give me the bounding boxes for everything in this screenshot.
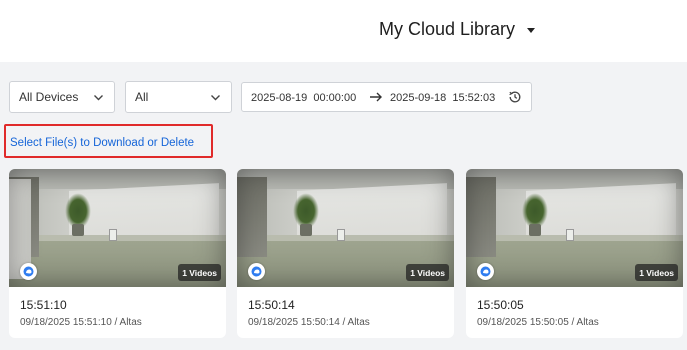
header: My Cloud Library	[0, 0, 687, 62]
cloud-badge-icon	[477, 263, 494, 280]
end-datetime[interactable]: 2025-09-18 15:52:03	[390, 92, 495, 104]
chevron-down-icon	[211, 95, 220, 101]
video-meta: 09/18/2025 15:51:10 / Altas	[20, 317, 142, 328]
video-thumbnail[interactable]: 1 Videos	[237, 169, 454, 287]
video-meta: 09/18/2025 15:50:14 / Altas	[248, 317, 370, 328]
video-time: 15:50:05	[477, 298, 524, 312]
select-files-highlight: Select File(s) to Download or Delete	[4, 124, 213, 158]
library-title-dropdown[interactable]: My Cloud Library	[379, 17, 536, 41]
video-time: 15:50:14	[248, 298, 295, 312]
arrow-right-icon	[370, 92, 382, 102]
video-count-badge: 1 Videos	[406, 264, 449, 281]
start-datetime[interactable]: 2025-08-19 00:00:00	[251, 92, 356, 104]
type-select-value: All	[135, 90, 149, 104]
device-select[interactable]: All Devices	[9, 81, 115, 113]
chevron-down-icon	[94, 95, 103, 101]
video-thumbnail[interactable]: 1 Videos	[466, 169, 683, 287]
select-files-link[interactable]: Select File(s) to Download or Delete	[10, 137, 194, 149]
clock-history-icon[interactable]	[508, 90, 522, 104]
cloud-badge-icon	[248, 263, 265, 280]
type-select[interactable]: All	[125, 81, 232, 113]
video-card[interactable]: 1 Videos 15:50:14 09/18/2025 15:50:14 / …	[237, 169, 454, 338]
date-range-picker[interactable]: 2025-08-19 00:00:00 2025-09-18 15:52:03	[241, 82, 532, 112]
video-thumbnail[interactable]: 1 Videos	[9, 169, 226, 287]
video-count-badge: 1 Videos	[178, 264, 221, 281]
video-card[interactable]: 1 Videos 15:50:05 09/18/2025 15:50:05 / …	[466, 169, 683, 338]
video-meta: 09/18/2025 15:50:05 / Altas	[477, 317, 599, 328]
video-count-badge: 1 Videos	[635, 264, 678, 281]
video-time: 15:51:10	[20, 298, 67, 312]
video-card[interactable]: 1 Videos 15:51:10 09/18/2025 15:51:10 / …	[9, 169, 226, 338]
device-select-value: All Devices	[19, 90, 79, 104]
caret-down-icon	[527, 28, 536, 33]
page-title: My Cloud Library	[379, 18, 516, 39]
cloud-badge-icon	[20, 263, 37, 280]
